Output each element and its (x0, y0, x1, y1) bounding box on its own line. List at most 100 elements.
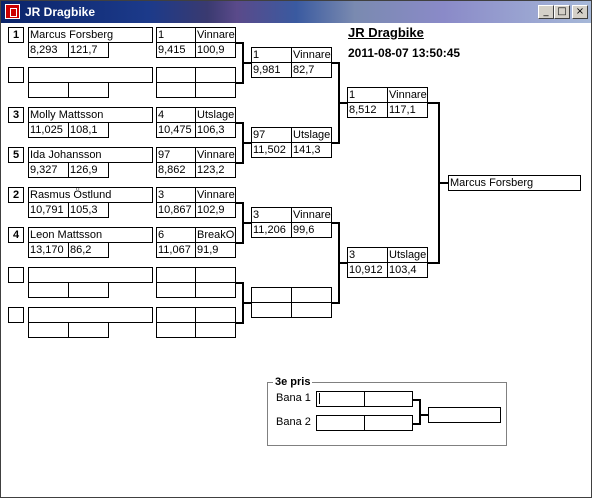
result-field[interactable]: Vinnare (291, 207, 332, 223)
speed-field[interactable] (291, 302, 332, 318)
speed-field[interactable]: 82,7 (291, 62, 332, 78)
speed-field[interactable]: 108,1 (68, 122, 109, 138)
speed-field[interactable] (195, 322, 236, 338)
title-bar[interactable]: JR Dragbike _ □ × (1, 1, 591, 23)
third-place-winner-field[interactable] (428, 407, 501, 423)
rider-name-field[interactable]: Ida Johansson (28, 147, 153, 163)
seed-box[interactable]: 4 (8, 227, 24, 243)
seed-box[interactable]: 2 (8, 187, 24, 203)
third-place-label: 3e pris (273, 376, 313, 388)
third-place-lane2-field-a[interactable] (316, 415, 365, 431)
seed-box[interactable] (8, 307, 24, 323)
time-field[interactable] (28, 282, 69, 298)
third-place-lane1-field-b[interactable] (364, 391, 413, 407)
time-field[interactable]: 11,067 (156, 242, 196, 258)
rider-name-field[interactable] (28, 267, 153, 283)
result-field[interactable]: Utslagen (291, 127, 332, 143)
result-field[interactable]: Utslagen (387, 247, 428, 263)
time-field[interactable]: 8,862 (156, 162, 196, 178)
third-place-lane2-field-b[interactable] (364, 415, 413, 431)
time-field[interactable] (28, 322, 69, 338)
third-place-lane1-field-a[interactable] (316, 391, 365, 407)
rider-name-field[interactable]: Rasmus Östlund (28, 187, 153, 203)
time-field[interactable]: 9,981 (251, 62, 292, 78)
speed-field[interactable]: 91,9 (195, 242, 236, 258)
result-field[interactable] (195, 307, 236, 323)
speed-field[interactable] (68, 322, 109, 338)
result-field[interactable] (291, 287, 332, 303)
lane-field[interactable] (156, 67, 196, 83)
seed-box[interactable] (8, 67, 24, 83)
result-field[interactable]: Vinnare (291, 47, 332, 63)
result-field[interactable] (195, 67, 236, 83)
lane-field[interactable]: 3 (251, 207, 292, 223)
speed-field[interactable]: 117,1 (387, 102, 428, 118)
time-field[interactable]: 9,415 (156, 42, 196, 58)
time-field[interactable]: 11,502 (251, 142, 292, 158)
speed-field[interactable] (195, 82, 236, 98)
result-field[interactable] (195, 267, 236, 283)
rider-name-field[interactable] (28, 307, 153, 323)
rider-name-field[interactable]: Molly Mattsson (28, 107, 153, 123)
lane-field[interactable] (156, 267, 196, 283)
speed-field[interactable]: 121,7 (68, 42, 109, 58)
result-field[interactable]: Utslagen (195, 107, 236, 123)
seed-box[interactable] (8, 267, 24, 283)
time-field[interactable]: 11,206 (251, 222, 292, 238)
rider-name-field[interactable] (28, 67, 153, 83)
rider-name-field[interactable]: Leon Mattsson (28, 227, 153, 243)
lane-2-label: Bana 2 (276, 416, 311, 428)
time-field[interactable] (156, 82, 196, 98)
speed-field[interactable] (195, 282, 236, 298)
time-field[interactable]: 13,170 (28, 242, 69, 258)
time-field[interactable]: 10,475 (156, 122, 196, 138)
lane-field[interactable]: 6 (156, 227, 196, 243)
seed-box[interactable]: 3 (8, 107, 24, 123)
result-field[interactable]: Vinnare (387, 87, 428, 103)
time-field[interactable]: 9,327 (28, 162, 69, 178)
close-button[interactable]: × (572, 5, 588, 19)
winner-field[interactable]: Marcus Forsberg (448, 175, 581, 191)
time-field[interactable] (156, 322, 196, 338)
speed-field[interactable]: 86,2 (68, 242, 109, 258)
speed-field[interactable]: 102,9 (195, 202, 236, 218)
speed-field[interactable]: 141,3 (291, 142, 332, 158)
lane-field[interactable] (251, 287, 292, 303)
time-field[interactable] (156, 282, 196, 298)
result-field[interactable]: BreakOut (195, 227, 236, 243)
lane-field[interactable] (156, 307, 196, 323)
speed-field[interactable]: 123,2 (195, 162, 236, 178)
speed-field[interactable]: 106,3 (195, 122, 236, 138)
lane-field[interactable]: 4 (156, 107, 196, 123)
seed-box[interactable]: 5 (8, 147, 24, 163)
speed-field[interactable]: 105,3 (68, 202, 109, 218)
rider-name-field[interactable]: Marcus Forsberg (28, 27, 153, 43)
lane-field[interactable]: 97 (156, 147, 196, 163)
speed-field[interactable] (68, 282, 109, 298)
time-field[interactable]: 11,025 (28, 122, 69, 138)
lane-field[interactable]: 1 (251, 47, 292, 63)
lane-field[interactable]: 1 (156, 27, 196, 43)
lane-field[interactable]: 3 (156, 187, 196, 203)
time-field[interactable]: 8,512 (347, 102, 388, 118)
minimize-button[interactable]: _ (538, 5, 554, 19)
result-field[interactable]: Vinnare (195, 27, 236, 43)
time-field[interactable] (251, 302, 292, 318)
result-field[interactable]: Vinnare (195, 187, 236, 203)
lane-field[interactable]: 97 (251, 127, 292, 143)
maximize-button[interactable]: □ (554, 5, 570, 19)
speed-field[interactable]: 126,9 (68, 162, 109, 178)
speed-field[interactable]: 100,9 (195, 42, 236, 58)
lane-field[interactable]: 1 (347, 87, 388, 103)
time-field[interactable]: 10,791 (28, 202, 69, 218)
seed-box[interactable]: 1 (8, 27, 24, 43)
time-field[interactable] (28, 82, 69, 98)
result-field[interactable]: Vinnare (195, 147, 236, 163)
speed-field[interactable] (68, 82, 109, 98)
time-field[interactable]: 10,912 (347, 262, 388, 278)
speed-field[interactable]: 99,6 (291, 222, 332, 238)
speed-field[interactable]: 103,4 (387, 262, 428, 278)
time-field[interactable]: 10,867 (156, 202, 196, 218)
lane-field[interactable]: 3 (347, 247, 388, 263)
time-field[interactable]: 8,293 (28, 42, 69, 58)
